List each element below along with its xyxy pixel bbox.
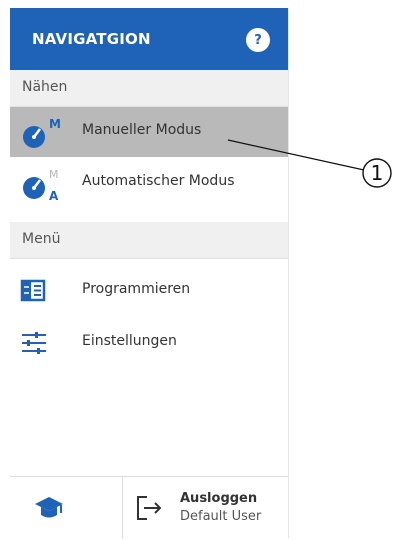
svg-text:M: M [49,168,59,181]
section-label-text: Nähen [22,79,68,95]
nav-item-einstellungen[interactable]: Einstellungen [10,318,288,368]
section-label-text: Menü [22,231,61,247]
help-icon: ? [254,32,262,48]
svg-text:M: M [49,117,61,131]
gauge-m-icon: M [23,117,61,148]
nav-item-label: Programmieren [82,281,191,297]
nav-item-label: Einstellungen [82,333,177,349]
nav-item-label: Manueller Modus [82,122,202,138]
svg-text:A: A [49,189,59,202]
screenshot-stage: NAVIGATGION ? Nähen M Manueller Modus M [0,0,404,540]
help-button[interactable]: ? [246,28,270,52]
nav-item-manual-mode[interactable]: M Manueller Modus [10,107,288,157]
section-label-sewing: Nähen [10,70,288,107]
gauge-a-icon: M A [23,168,59,202]
sliders-icon [22,332,46,354]
logout-user-name: Default User [180,509,262,524]
navigation-panel: NAVIGATGION ? Nähen M Manueller Modus M [10,8,289,539]
nav-item-automatic-mode[interactable]: M A Automatischer Modus [10,158,288,208]
nav-item-programmieren[interactable]: Programmieren [10,266,288,316]
section-label-menu: Menü [10,222,288,259]
nav-item-label: Automatischer Modus [82,173,235,189]
navigation-footer: Ausloggen Default User [10,476,288,539]
logout-label: Ausloggen [180,491,258,506]
program-grid-icon [20,279,46,302]
callout-number: 1 [370,161,384,185]
navigation-header: NAVIGATGION ? [10,8,288,70]
navigation-title: NAVIGATGION [32,30,151,48]
logout-button[interactable]: Ausloggen Default User [134,487,284,531]
footer-divider [122,477,123,539]
graduation-cap-icon[interactable] [32,491,66,525]
logout-arrow-icon [137,496,162,520]
